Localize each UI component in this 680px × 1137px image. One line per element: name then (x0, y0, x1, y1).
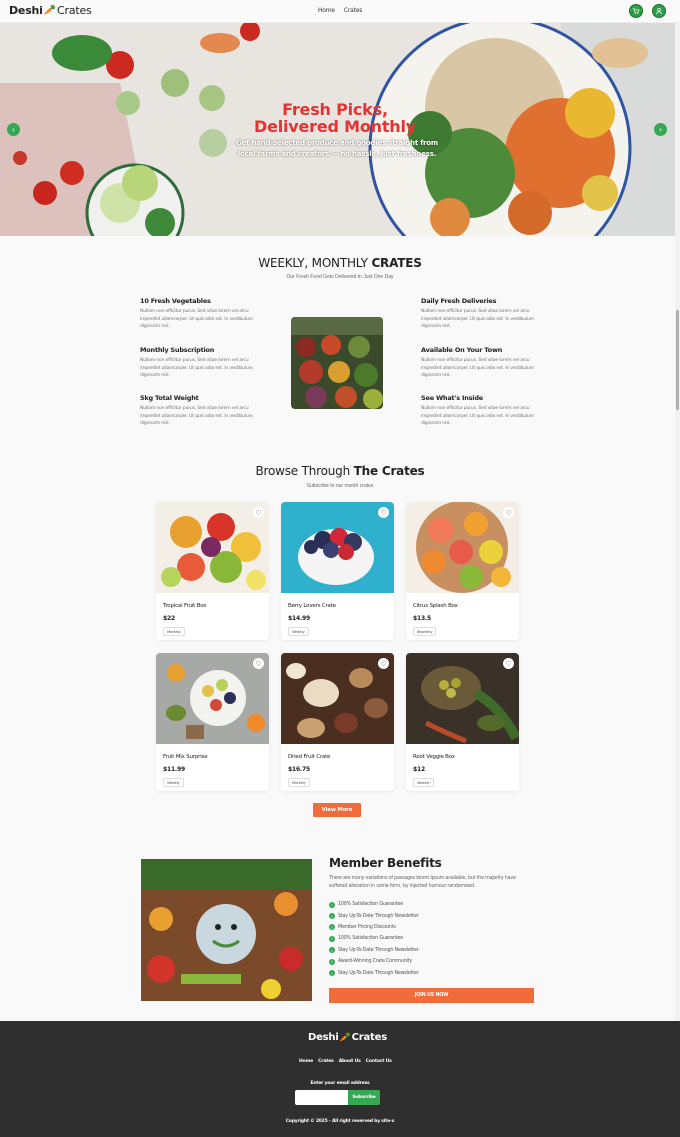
footer-links: Home Crates About Us Contact Us (299, 1059, 392, 1064)
scrollbar-thumb[interactable] (676, 310, 679, 410)
check-icon: ✓ (329, 947, 335, 954)
feature-item: Daily Fresh Deliveries Nullam non effici… (421, 297, 534, 329)
check-icon: ✓ (329, 913, 335, 920)
product-card[interactable]: ♡ Fruit Mix Surprise $11.99 Weekly (156, 653, 269, 791)
product-card[interactable]: ♡ Citrus Splash Box $13.5 Biweekly (406, 502, 519, 640)
user-icon[interactable] (652, 4, 666, 18)
top-nav: Deshi 🥕 Crates Home Crates (0, 0, 680, 23)
nav-link-home[interactable]: Home (318, 7, 335, 14)
product-card[interactable]: ♡ Root Veggie Box $12 Weekly (406, 653, 519, 791)
list-item: ✓ Award-Winning Crate Community (329, 958, 412, 965)
product-image: ♡ (281, 502, 394, 593)
check-icon: ✓ (329, 958, 335, 965)
chevron-right-icon[interactable]: › (654, 123, 667, 136)
footer-logo[interactable]: Deshi 🥕 Crates (308, 1032, 387, 1043)
heart-icon[interactable]: ♡ (378, 658, 389, 669)
list-item: ✓ Stay Up-To-Date Through Newsletter (329, 913, 419, 920)
frequency-badge: Monthly (288, 778, 310, 787)
hero-subtitle: Get hand-selected produce and goodies st… (235, 139, 439, 158)
benefits-description: There are many variations of passages lo… (329, 876, 516, 889)
check-icon: ✓ (329, 901, 335, 908)
chevron-left-icon[interactable]: ‹ (7, 123, 20, 136)
benefits-list: ✓ 100% Satisfaction Guarantee ✓ Stay Up-To… (329, 899, 419, 979)
carrot-icon: 🥕 (43, 5, 57, 16)
check-icon: ✓ (329, 924, 335, 931)
feature-item: Available On Your Town Nullam non effici… (421, 346, 534, 378)
view-more-button[interactable]: View More (313, 803, 361, 817)
list-item: ✓ 100% Satisfaction Guarantee (329, 935, 403, 942)
browse-section-title: Browse Through The Crates (255, 464, 425, 478)
weekly-section-subtitle: Our Fresh Food Gets Delivered In Just On… (286, 274, 394, 280)
frequency-badge: Monthly (163, 627, 185, 636)
benefits-image (141, 859, 312, 1001)
list-item: ✓ Member Pricing Discounts (329, 924, 396, 931)
copyright-text: Copyright © 2025 - All right reserved by… (285, 1119, 395, 1124)
product-image: ♡ (156, 653, 269, 744)
market-stall-image (291, 317, 383, 409)
footer-link-about[interactable]: About Us (339, 1059, 361, 1064)
feature-item: See What's Inside Nullam non efficitur p… (421, 394, 534, 426)
email-field[interactable] (295, 1090, 348, 1105)
list-item: ✓ 100% Satisfaction Guarantee (329, 901, 403, 908)
feature-item: 5kg Total Weight Nullam non efficitur pu… (140, 394, 253, 426)
frequency-badge: Weekly (163, 778, 184, 787)
hero-banner: Fresh Picks, Delivered Monthly Get hand-… (0, 23, 675, 236)
heart-icon[interactable]: ♡ (253, 658, 264, 669)
join-button[interactable]: JOIN US NOW (329, 988, 534, 1003)
product-image: ♡ (406, 653, 519, 744)
carrot-icon: 🥕 (339, 1032, 351, 1043)
scrollbar[interactable] (675, 23, 680, 1021)
footer-link-crates[interactable]: Crates (318, 1059, 334, 1064)
weekly-section-title: WEEKLY, MONTHLY CRATES (258, 256, 422, 270)
nav-link-crates[interactable]: Crates (344, 7, 363, 14)
frequency-badge: Weekly (413, 778, 434, 787)
feature-item: Monthly Subscription Nullam non efficitu… (140, 346, 253, 378)
heart-icon[interactable]: ♡ (253, 507, 264, 518)
benefits-title: Member Benefits (329, 856, 442, 870)
footer-link-contact[interactable]: Contact Us (366, 1059, 392, 1064)
heart-icon[interactable]: ♡ (378, 507, 389, 518)
subscribe-button[interactable]: Subscribe (348, 1090, 380, 1105)
list-item: ✓ Stay Up-To-Date Through Newsletter (329, 970, 419, 977)
list-item: ✓ Stay Up-To-Date Through Newsletter (329, 947, 419, 954)
footer-link-home[interactable]: Home (299, 1059, 313, 1064)
footer: Deshi 🥕 Crates Home Crates About Us Cont… (0, 1021, 680, 1137)
heart-icon[interactable]: ♡ (503, 507, 514, 518)
frequency-badge: Biweekly (413, 627, 437, 636)
check-icon: ✓ (329, 970, 335, 977)
product-card[interactable]: ♡ Dried Fruit Crate $16.75 Monthly (281, 653, 394, 791)
heart-icon[interactable]: ♡ (503, 658, 514, 669)
product-card[interactable]: ♡ Tropical Fruit Box $22 Monthly (156, 502, 269, 640)
product-image: ♡ (406, 502, 519, 593)
product-card[interactable]: ♡ Berry Lovers Crate $14.99 Weekly (281, 502, 394, 640)
email-label: Enter your email address (310, 1081, 370, 1086)
site-logo[interactable]: Deshi 🥕 Crates (9, 4, 92, 17)
product-image: ♡ (156, 502, 269, 593)
nav-links: Home Crates (318, 7, 362, 14)
browse-section-subtitle: Subscribe to our month crates (306, 483, 374, 489)
cart-icon[interactable] (629, 4, 643, 18)
check-icon: ✓ (329, 935, 335, 942)
feature-item: 10 Fresh Vegetables Nullam non efficitur… (140, 297, 253, 329)
frequency-badge: Weekly (288, 627, 309, 636)
hero-title: Fresh Picks, Delivered Monthly (253, 100, 416, 136)
product-image: ♡ (281, 653, 394, 744)
